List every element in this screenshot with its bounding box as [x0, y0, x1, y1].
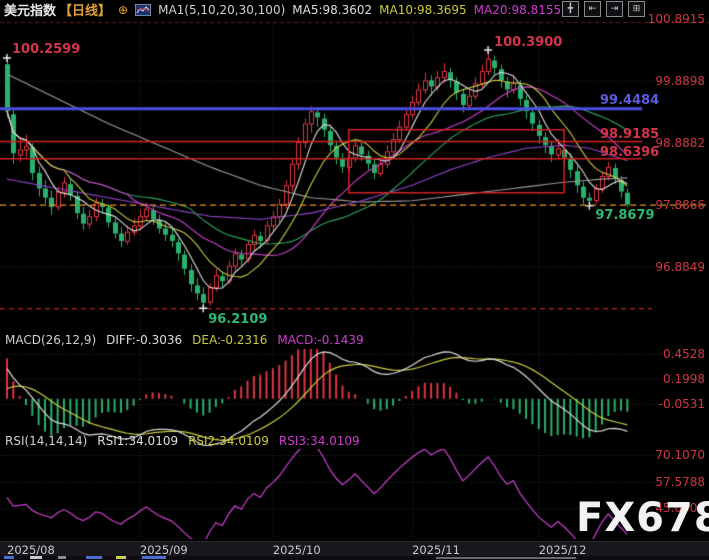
axis-range-icon[interactable]: ⇤	[584, 1, 601, 17]
ma-group-label: MA1(5,10,20,30,100)	[158, 3, 285, 17]
chart-canvas[interactable]	[0, 0, 709, 560]
rsi1-value: RSI1:34.0109	[97, 434, 178, 448]
rsi2-value: RSI2:34.0109	[188, 434, 269, 448]
bottom-widget	[4, 556, 14, 559]
bottom-widget	[30, 556, 42, 559]
export-icon[interactable]: ⊞	[628, 1, 645, 17]
chart-app: 美元指数 【日线】 ⊕ MA1(5,10,20,30,100) MA5:98.3…	[0, 0, 709, 560]
crosshair-icon[interactable]: ╋	[562, 1, 579, 17]
symbol-title: 美元指数	[4, 0, 56, 19]
bottom-widget	[142, 556, 166, 559]
bottom-widget	[116, 556, 126, 559]
ma5-value: MA5:98.3602	[292, 3, 372, 17]
macd-params: MACD(26,12,9)	[5, 333, 96, 347]
ma10-value: MA10:98.3695	[379, 3, 467, 17]
macd-dea-value: DEA:-0.2316	[192, 333, 267, 347]
month-label: 2025/11	[412, 543, 460, 557]
watermark: FX678	[576, 498, 709, 538]
period-label[interactable]: 【日线】	[59, 0, 111, 19]
bottom-strip	[0, 556, 709, 560]
macd-header: MACD(26,12,9) DIFF:-0.3036 DEA:-0.2316 M…	[0, 333, 364, 347]
rsi3-value: RSI3:34.0109	[279, 434, 360, 448]
chart-toolbar: ╋ ⇤ ⇥ ⊞	[562, 1, 645, 17]
axis-pan-icon[interactable]: ⇥	[606, 1, 623, 17]
rsi-params: RSI(14,14,14)	[5, 434, 87, 448]
ma20-value: MA20:98.8155	[474, 3, 562, 17]
rsi-header: RSI(14,14,14) RSI1:34.0109 RSI2:34.0109 …	[0, 434, 360, 448]
month-label: 2025/12	[539, 543, 587, 557]
date-axis-bar: 2025/08 2025/09 2025/10 2025/11 2025/12	[0, 541, 709, 557]
macd-macd-value: MACD:-0.1439	[277, 333, 363, 347]
month-label: 2025/08	[7, 543, 55, 557]
mini-chart-icon[interactable]	[135, 4, 151, 16]
target-icon[interactable]: ⊕	[118, 3, 128, 17]
macd-diff-value: DIFF:-0.3036	[106, 333, 182, 347]
month-label: 2025/09	[140, 543, 188, 557]
month-label: 2025/10	[273, 543, 321, 557]
scrollbar-handle[interactable]	[436, 557, 576, 559]
bottom-widget	[86, 556, 102, 559]
bottom-widget	[58, 556, 66, 559]
